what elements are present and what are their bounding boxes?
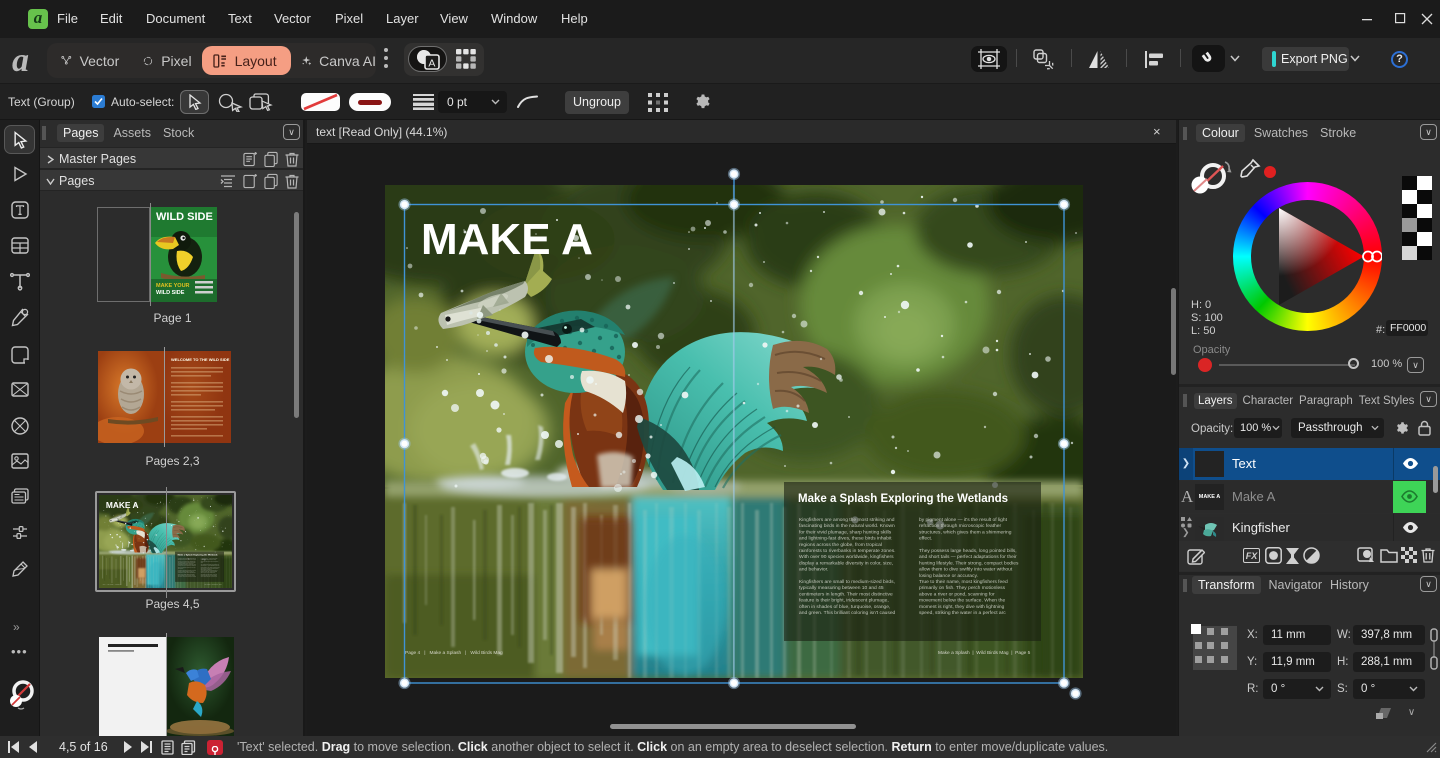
svg-text:WELCOME TO THE WILD SIDE: WELCOME TO THE WILD SIDE	[171, 357, 230, 362]
svg-text:A: A	[428, 57, 435, 69]
svg-text:WILD SIDE: WILD SIDE	[156, 290, 185, 296]
svg-text:WILD SIDE: WILD SIDE	[156, 211, 213, 223]
svg-text:a: a	[12, 46, 29, 76]
svg-text:MAKE YOUR: MAKE YOUR	[156, 283, 190, 289]
